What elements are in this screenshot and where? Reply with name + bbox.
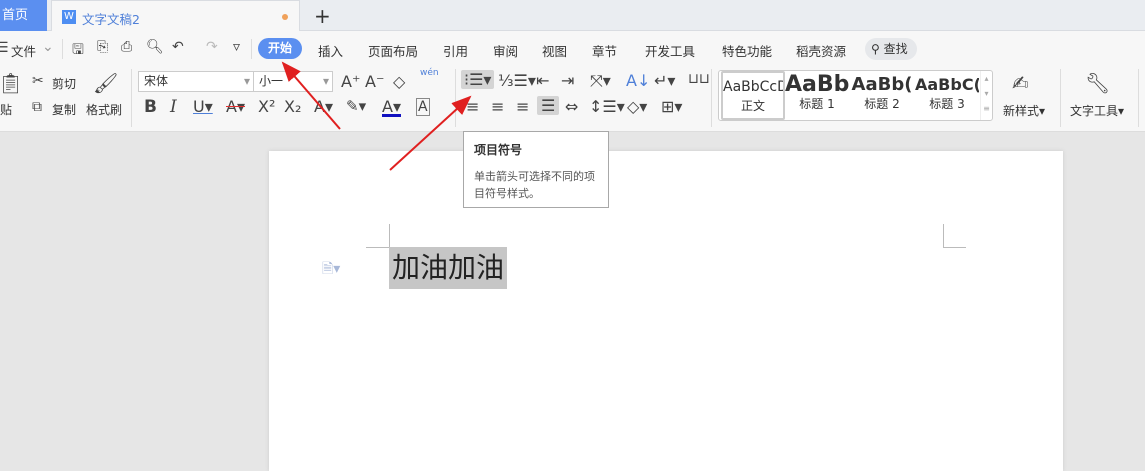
red-arrow-start-tab (281, 61, 341, 130)
red-arrow-bullets (389, 95, 472, 171)
annotation-arrows (281, 61, 472, 171)
